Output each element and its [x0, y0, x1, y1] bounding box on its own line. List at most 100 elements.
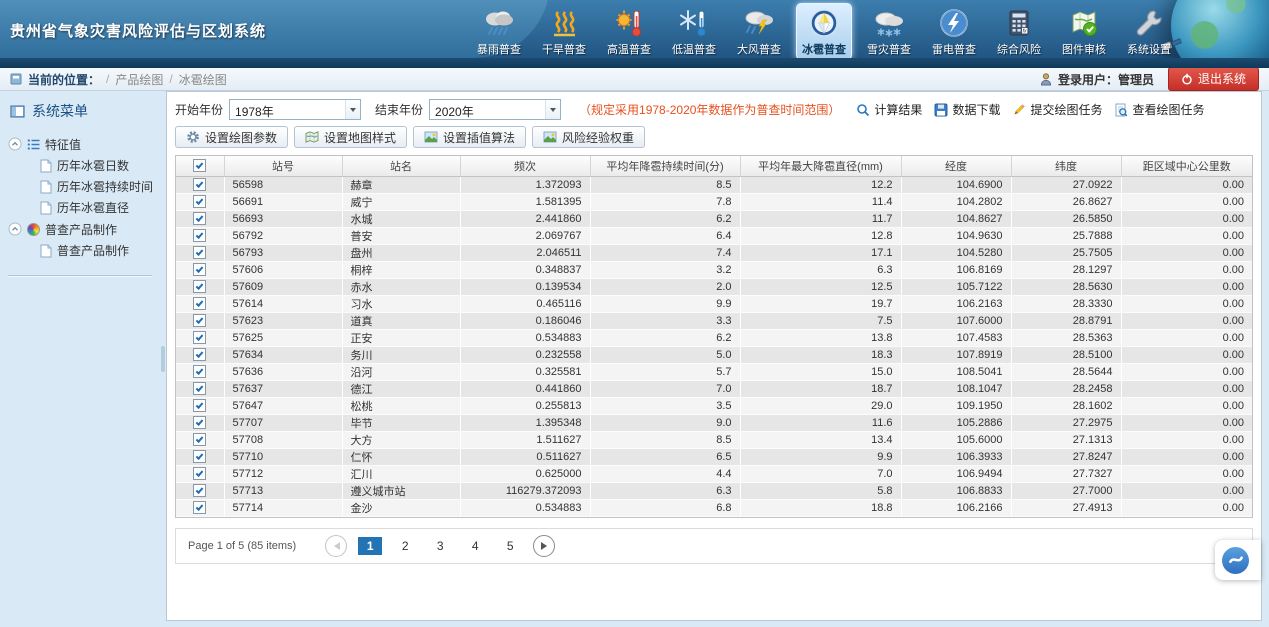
nav-item-system-settings[interactable]: 系统设置	[1121, 3, 1177, 60]
high-temp-icon	[613, 7, 645, 39]
cell-longitude: 104.2802	[901, 193, 1011, 210]
row-checkbox[interactable]	[193, 195, 206, 208]
row-checkbox[interactable]	[193, 348, 206, 361]
row-checkbox[interactable]	[193, 467, 206, 480]
sidebar-item-hail-duration[interactable]: 历年冰雹持续时间	[8, 176, 160, 197]
logout-button[interactable]: 退出系统	[1168, 67, 1259, 91]
row-checkbox[interactable]	[193, 484, 206, 497]
cell-distance-to-center: 0.00	[1121, 278, 1252, 295]
row-checkbox[interactable]	[193, 501, 206, 514]
table-row: 57636沿河0.3255815.715.0108.504128.56440.0…	[176, 363, 1252, 380]
table-row: 57714金沙0.5348836.818.8106.216627.49130.0…	[176, 499, 1252, 516]
row-checkbox[interactable]	[193, 263, 206, 276]
tool-label: 风险经验权重	[562, 129, 634, 146]
sidebar-item-hail-days[interactable]: 历年冰雹日数	[8, 155, 160, 176]
set-plot-params-button[interactable]: 设置绘图参数	[175, 126, 288, 148]
prev-page-button[interactable]	[325, 535, 347, 557]
set-interpolation-button[interactable]: 设置插值算法	[413, 126, 526, 148]
column-header-station-id[interactable]: 站号	[224, 156, 342, 176]
page-button-3[interactable]: 3	[428, 537, 452, 555]
breadcrumb-separator: /	[106, 72, 109, 86]
row-checkbox[interactable]	[193, 399, 206, 412]
collapse-circle-icon[interactable]	[8, 137, 22, 151]
column-header-latitude[interactable]: 纬度	[1011, 156, 1121, 176]
nav-item-snow-disaster[interactable]: 雪灾普查	[861, 3, 917, 60]
risk-weight-button[interactable]: 风险经验权重	[532, 126, 645, 148]
start-year-select[interactable]: 1978年	[229, 99, 361, 120]
cell-latitude: 26.8627	[1011, 193, 1121, 210]
pagination-bar: Page 1 of 5 (85 items) 1 2 3 4 5	[175, 528, 1253, 564]
row-checkbox[interactable]	[193, 382, 206, 395]
row-checkbox[interactable]	[193, 416, 206, 429]
row-select-cell	[176, 312, 224, 329]
collapse-circle-icon[interactable]	[8, 222, 22, 236]
nav-item-rainstorm[interactable]: 暴雨普查	[471, 3, 527, 60]
page-button-5[interactable]: 5	[498, 537, 522, 555]
cell-station-id: 57606	[224, 261, 342, 278]
table-row: 57708大方1.5116278.513.4105.600027.13130.0…	[176, 431, 1252, 448]
cell-station-id: 57710	[224, 448, 342, 465]
row-checkbox[interactable]	[193, 246, 206, 259]
row-checkbox[interactable]	[193, 212, 206, 225]
nav-label: 综合风险	[997, 41, 1041, 57]
sidebar-item-hail-diameter[interactable]: 历年冰雹直径	[8, 197, 160, 218]
row-checkbox[interactable]	[193, 297, 206, 310]
column-header-station-name[interactable]: 站名	[342, 156, 460, 176]
next-page-button[interactable]	[533, 535, 555, 557]
column-header-avg-max-hail-diameter[interactable]: 平均年最大降雹直径(mm)	[740, 156, 901, 176]
row-checkbox[interactable]	[193, 331, 206, 344]
cell-latitude: 28.1297	[1011, 261, 1121, 278]
row-checkbox[interactable]	[193, 314, 206, 327]
main-panel: 开始年份 1978年 结束年份 2020年 （规定采用1978-2020年数据作…	[166, 91, 1262, 621]
splitter-handle[interactable]	[161, 346, 165, 372]
row-checkbox[interactable]	[193, 229, 206, 242]
submit-plot-task-link[interactable]: 提交绘图任务	[1012, 101, 1102, 118]
row-select-cell	[176, 448, 224, 465]
column-header-distance-to-center[interactable]: 距区域中心公里数	[1121, 156, 1252, 176]
composite-risk-icon: fx	[1003, 7, 1035, 39]
nav-item-composite-risk[interactable]: fx 综合风险	[991, 3, 1047, 60]
view-plot-tasks-link[interactable]: 查看绘图任务	[1114, 101, 1204, 118]
page-button-4[interactable]: 4	[463, 537, 487, 555]
cell-avg-hail-duration: 4.4	[590, 465, 740, 482]
row-select-cell	[176, 414, 224, 431]
column-header-longitude[interactable]: 经度	[901, 156, 1011, 176]
nav-item-map-review[interactable]: 图件审核	[1056, 3, 1112, 60]
cell-station-name: 德江	[342, 380, 460, 397]
set-map-style-button[interactable]: 设置地图样式	[294, 126, 407, 148]
sidebar-item-census-product-making[interactable]: 普查产品制作	[8, 240, 160, 261]
cell-longitude: 104.8627	[901, 210, 1011, 227]
nav-item-lightning[interactable]: 雷电普查	[926, 3, 982, 60]
data-download-link[interactable]: 数据下载	[934, 101, 1000, 118]
sidebar-group-census-products[interactable]: 普查产品制作	[8, 218, 160, 240]
tool-label: 设置插值算法	[443, 129, 515, 146]
nav-item-low-temp[interactable]: 低温普查	[666, 3, 722, 60]
action-label: 计算结果	[874, 101, 922, 118]
row-checkbox[interactable]	[193, 365, 206, 378]
floating-widget[interactable]	[1215, 540, 1261, 580]
table-row: 56693水城2.4418606.211.7104.862726.58500.0…	[176, 210, 1252, 227]
page-button-1[interactable]: 1	[358, 537, 382, 555]
sidebar-group-feature-values[interactable]: 特征值	[8, 133, 160, 155]
row-checkbox[interactable]	[193, 178, 206, 191]
page-button-2[interactable]: 2	[393, 537, 417, 555]
login-user-label: 登录用户：管理员	[1058, 71, 1154, 88]
column-header-avg-hail-duration[interactable]: 平均年降雹持续时间(分)	[590, 156, 740, 176]
table-row: 56792普安2.0697676.412.8104.963025.78880.0…	[176, 227, 1252, 244]
nav-item-strong-wind[interactable]: 大风普查	[731, 3, 787, 60]
nav-item-hail[interactable]: 冰雹普查	[796, 3, 852, 60]
cell-station-name: 汇川	[342, 465, 460, 482]
row-checkbox[interactable]	[193, 433, 206, 446]
calc-result-link[interactable]: 计算结果	[856, 101, 922, 118]
end-year-select[interactable]: 2020年	[429, 99, 561, 120]
column-header-frequency[interactable]: 频次	[460, 156, 590, 176]
breadcrumb-item-product-plot[interactable]: 产品绘图	[115, 71, 163, 88]
nav-item-high-temp[interactable]: 高温普查	[601, 3, 657, 60]
select-all-checkbox[interactable]	[193, 159, 206, 172]
nav-item-drought[interactable]: 干旱普查	[536, 3, 592, 60]
row-checkbox[interactable]	[193, 280, 206, 293]
breadcrumb-item-hail-plot[interactable]: 冰雹绘图	[179, 71, 227, 88]
cell-frequency: 0.139534	[460, 278, 590, 295]
row-checkbox[interactable]	[193, 450, 206, 463]
cell-avg-hail-duration: 6.3	[590, 482, 740, 499]
